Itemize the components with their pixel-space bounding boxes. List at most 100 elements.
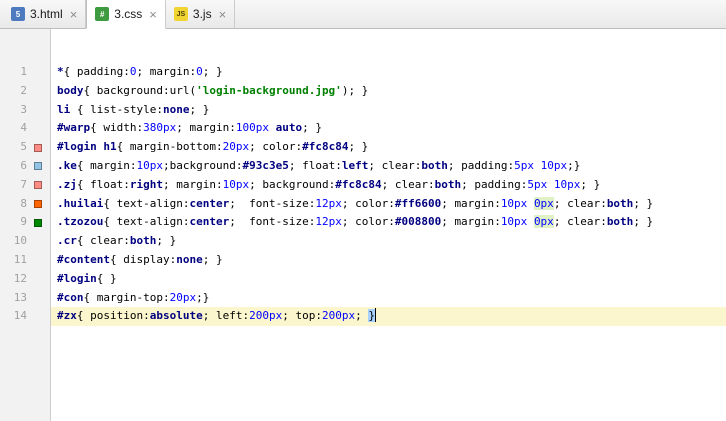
- code-text[interactable]: .zj{ float:right; margin:10px; backgroun…: [51, 176, 726, 195]
- code-token: :: [600, 196, 607, 210]
- code-token: text-align: [116, 196, 183, 210]
- code-text[interactable]: .huilai{ text-align: center; font-size: 12…: [51, 195, 726, 214]
- code-token: li: [57, 102, 71, 116]
- code-token: ;}: [567, 158, 581, 172]
- code-line: 3 li { list-style:none; }: [0, 101, 726, 120]
- code-token: 200px: [249, 309, 283, 323]
- code-token: 10px: [136, 158, 164, 172]
- code-token: url: [169, 83, 190, 97]
- code-token: ;: [341, 215, 356, 229]
- code-token: ;: [202, 309, 216, 323]
- code-token: .ke: [57, 158, 77, 172]
- code-token: ; }: [202, 252, 223, 266]
- code-token: ;}: [196, 290, 210, 304]
- code-text[interactable]: .ke{ margin:10px;background:#93c3e5; flo…: [51, 157, 726, 176]
- code-token: none: [162, 102, 190, 116]
- code-token: #fc8c84: [335, 177, 382, 191]
- code-token: {: [83, 83, 97, 97]
- gutter-cell: 9: [0, 213, 51, 232]
- color-swatch: [34, 162, 42, 171]
- code-token: }: [368, 309, 375, 323]
- editor-tab-bar: 5 3.html × #3.css × JS 3.js ×: [0, 0, 726, 29]
- tab-close-icon[interactable]: ×: [219, 8, 227, 21]
- code-token: {: [76, 158, 91, 172]
- code-token: :: [156, 102, 163, 116]
- line-number: 9: [20, 215, 27, 229]
- color-swatch: [34, 294, 42, 302]
- tab-label: 3.css: [114, 7, 143, 21]
- code-token: :: [427, 177, 435, 191]
- gutter-cell: 6: [0, 157, 51, 176]
- code-token: {: [76, 177, 91, 191]
- tab-close-icon[interactable]: ×: [149, 8, 157, 21]
- code-token: both: [606, 196, 634, 210]
- code-token: ;: [381, 177, 395, 191]
- code-token: ;: [163, 177, 177, 191]
- code-line: 4 #warp{ width:380px; margin:100px auto; …: [0, 119, 726, 138]
- code-token: both: [421, 158, 448, 172]
- code-token: font-size: [249, 215, 309, 229]
- code-token: 0: [196, 65, 203, 78]
- tab-3.js[interactable]: JS 3.js ×: [166, 0, 236, 28]
- code-text[interactable]: #con{ margin-top:20px;}: [51, 289, 726, 308]
- code-token: 0px: [533, 215, 554, 229]
- code-token: :: [600, 215, 607, 229]
- line-number: 12: [13, 271, 27, 285]
- code-text[interactable]: body{ background:url('login-background.j…: [51, 82, 726, 101]
- code-token: clear: [567, 215, 601, 229]
- tab-label: 3.js: [192, 7, 212, 21]
- code-token: :: [129, 158, 137, 172]
- code-token: ;: [176, 121, 190, 135]
- code-lines: 1 *{ padding:0; margin:0; } 2 body{ backgro…: [0, 29, 726, 327]
- code-token: margin: [90, 158, 130, 172]
- js-icon: JS: [173, 7, 188, 21]
- code-token: :: [216, 177, 223, 191]
- color-swatch: [34, 87, 42, 95]
- code-token: clear: [90, 234, 124, 248]
- code-text[interactable]: #content{ display:none; }: [51, 251, 726, 270]
- code-token: #warp: [57, 121, 91, 135]
- code-token: clear: [394, 177, 428, 191]
- tab-3.html[interactable]: 5 3.html ×: [3, 0, 87, 28]
- code-text[interactable]: #zx{ position:absolute; left:200px; top:…: [51, 307, 726, 327]
- code-token: #content: [57, 252, 110, 266]
- code-text[interactable]: .tzozou{ text-align: center; font-size: 12…: [51, 213, 726, 232]
- code-token: #008800: [394, 215, 442, 229]
- code-text[interactable]: #login h1{ margin-bottom:20px; color:#fc…: [51, 138, 726, 157]
- color-swatch: [34, 238, 42, 246]
- gutter-cell: 2: [0, 82, 51, 101]
- line-number: 6: [20, 158, 27, 172]
- code-token: .cr: [57, 234, 77, 248]
- code-token: :: [143, 309, 150, 323]
- code-token: #login h1: [57, 140, 117, 154]
- code-token: center: [189, 196, 230, 210]
- code-text[interactable]: *{ padding:0; margin:0; }: [51, 63, 726, 82]
- code-token: list-style: [90, 102, 157, 116]
- code-token: color: [355, 196, 389, 210]
- code-token: {: [63, 65, 77, 78]
- code-text[interactable]: .cr{ clear:both; }: [51, 232, 726, 251]
- code-token: ; }: [633, 215, 654, 229]
- line-number: 4: [20, 121, 27, 135]
- code-text[interactable]: li { list-style:none; }: [51, 101, 726, 120]
- color-swatch: [34, 125, 42, 133]
- code-text[interactable]: #login{ }: [51, 270, 726, 289]
- tab-close-icon[interactable]: ×: [70, 8, 78, 21]
- code-text[interactable]: #warp{ width:380px; margin:100px auto; }: [51, 119, 726, 138]
- code-token: 20px: [169, 290, 197, 304]
- code-token: padding: [474, 177, 521, 191]
- code-token: .zj: [57, 177, 77, 191]
- html-icon: 5: [11, 7, 25, 21]
- line-number: 2: [20, 83, 27, 97]
- code-token: 100px: [235, 121, 269, 135]
- code-token: :: [229, 121, 236, 135]
- code-token: both: [129, 234, 157, 248]
- tab-3.css[interactable]: #3.css ×: [86, 0, 166, 29]
- line-number: 10: [13, 234, 27, 248]
- code-token: ;: [249, 140, 263, 154]
- code-token: :: [162, 83, 170, 97]
- line-number: 7: [20, 177, 27, 191]
